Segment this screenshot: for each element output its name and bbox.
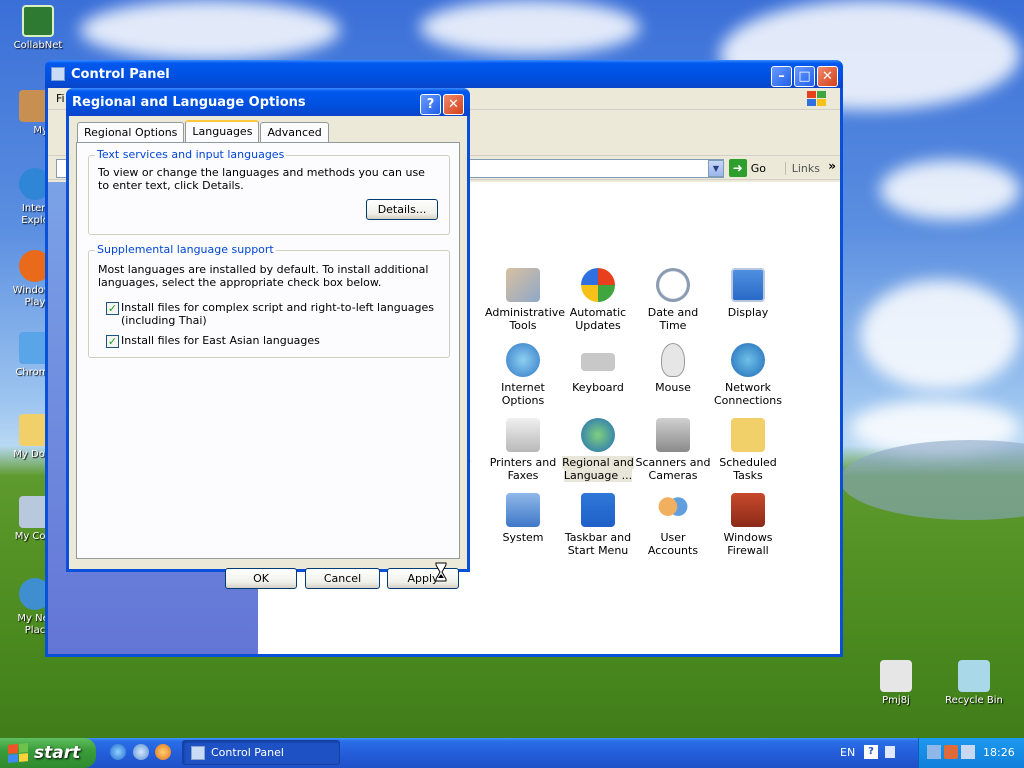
close-button[interactable]: ✕ (817, 66, 838, 87)
cancel-button[interactable]: Cancel (305, 568, 380, 589)
tab-advanced[interactable]: Advanced (260, 122, 329, 142)
group-description: Most languages are installed by default.… (98, 263, 429, 289)
links-label[interactable]: Links (784, 162, 820, 175)
network-tray-icon[interactable] (927, 745, 941, 759)
cp-item-display[interactable]: Display (710, 268, 786, 319)
cp-item-scanners-cameras[interactable]: Scanners and Cameras (635, 418, 711, 482)
minimize-button[interactable]: – (771, 66, 792, 87)
tab-strip: Regional Options Languages Advanced (77, 120, 330, 142)
system-icon (506, 493, 540, 527)
desktop-icon-pmj8j[interactable]: Pmj8j (861, 660, 931, 707)
hourglass-cursor-icon (435, 562, 447, 582)
dialog-title: Regional and Language Options (72, 94, 306, 110)
group-title: Text services and input languages (95, 148, 287, 161)
desktop-quicklaunch-icon[interactable] (133, 744, 149, 760)
complex-script-checkbox[interactable]: ✓ (106, 302, 119, 315)
cp-item-network-connections[interactable]: Network Connections (710, 343, 786, 407)
display-icon (731, 268, 765, 302)
cp-item-automatic-updates[interactable]: Automatic Updates (560, 268, 636, 332)
go-label: Go (750, 161, 766, 175)
cp-item-scheduled-tasks[interactable]: Scheduled Tasks (710, 418, 786, 482)
text-services-group: Text services and input languages To vie… (88, 148, 450, 235)
desktop-icon-label: Pmj8j (882, 695, 910, 706)
cp-item-keyboard[interactable]: Keyboard (560, 343, 636, 394)
help-button[interactable]: ? (420, 94, 441, 115)
windows-flag-icon (806, 90, 828, 108)
taskbar-icon (581, 493, 615, 527)
media-player-quicklaunch-icon[interactable] (155, 744, 171, 760)
desktop-icon-recycle-bin[interactable]: Recycle Bin (939, 660, 1009, 707)
group-title: Supplemental language support (95, 243, 276, 256)
apply-button[interactable]: Apply (387, 568, 459, 589)
cp-item-internet-options[interactable]: Internet Options (485, 343, 561, 407)
go-button[interactable]: ➜ Go (728, 159, 766, 177)
cp-item-administrative-tools[interactable]: Administrative Tools (485, 268, 565, 332)
automatic-updates-icon (581, 268, 615, 302)
system-tray: 18:26 (918, 738, 1024, 768)
administrative-tools-icon (506, 268, 540, 302)
cp-item-taskbar-start-menu[interactable]: Taskbar and Start Menu (560, 493, 636, 557)
control-panel-icon (51, 67, 65, 81)
telephone-icon (880, 660, 912, 692)
east-asian-label: Install files for East Asian languages (121, 334, 320, 347)
keyboard-layout-icon[interactable] (885, 746, 895, 758)
go-arrow-icon: ➜ (728, 159, 747, 177)
control-panel-titlebar[interactable]: Control Panel (45, 60, 843, 88)
control-panel-icon (191, 745, 205, 760)
cp-item-date-time[interactable]: Date and Time (635, 268, 711, 332)
globe-icon (581, 418, 615, 452)
language-indicator[interactable]: EN (840, 746, 855, 759)
cp-item-windows-firewall[interactable]: Windows Firewall (710, 493, 786, 557)
dialog-close-button[interactable]: ✕ (443, 94, 464, 115)
network-connections-icon (731, 343, 765, 377)
ok-button[interactable]: OK (225, 568, 297, 589)
chevron-down-icon[interactable]: ▼ (708, 160, 724, 177)
clock[interactable]: 18:26 (983, 746, 1015, 759)
languages-tab-panel: Text services and input languages To vie… (76, 142, 460, 559)
clock-icon (656, 268, 690, 302)
scanner-icon (656, 418, 690, 452)
maximize-button[interactable]: □ (794, 66, 815, 87)
desktop-icon-label: CollabNet (13, 40, 63, 51)
volume-tray-icon[interactable] (961, 745, 975, 759)
cp-item-user-accounts[interactable]: User Accounts (635, 493, 711, 557)
keyboard-icon (581, 353, 615, 371)
tab-regional-options[interactable]: Regional Options (77, 122, 185, 142)
windows-logo-icon (8, 743, 28, 763)
desktop-icon-collabnet[interactable]: CollabNet (3, 5, 73, 52)
cp-item-system[interactable]: System (485, 493, 561, 544)
control-panel-title: Control Panel (71, 66, 170, 82)
taskbar: start Control Panel EN ? 18:26 (0, 738, 1024, 768)
start-button[interactable]: start (0, 738, 96, 768)
group-description: To view or change the languages and meth… (98, 166, 425, 192)
regional-language-dialog: Regional and Language Options ? ✕ Region… (66, 88, 470, 589)
taskbar-item-label: Control Panel (211, 746, 284, 759)
taskbar-item-control-panel[interactable]: Control Panel (182, 740, 340, 765)
cp-item-mouse[interactable]: Mouse (635, 343, 711, 394)
cp-item-regional-language[interactable]: Regional and Language ... (560, 418, 636, 482)
cp-item-printers-faxes[interactable]: Printers and Faxes (485, 418, 561, 482)
chevron-right-icon[interactable]: » (828, 159, 836, 173)
internet-options-icon (506, 343, 540, 377)
mouse-icon (661, 343, 685, 377)
supplemental-language-group: Supplemental language support Most langu… (88, 243, 450, 358)
help-icon[interactable]: ? (864, 745, 878, 759)
printer-icon (506, 418, 540, 452)
start-label: start (34, 743, 81, 763)
collabnet-icon (22, 5, 54, 37)
desktop-icon-label: Recycle Bin (945, 695, 1003, 706)
dialog-titlebar[interactable]: Regional and Language Options (66, 88, 470, 116)
recycle-bin-icon (958, 660, 990, 692)
menu-file[interactable]: Fi (56, 92, 65, 105)
tab-languages[interactable]: Languages (185, 120, 260, 142)
internet-explorer-quicklaunch-icon[interactable] (110, 744, 126, 760)
complex-script-label: Install files for complex script and rig… (121, 301, 434, 327)
user-accounts-icon (656, 493, 690, 527)
scheduled-tasks-icon (731, 418, 765, 452)
firewall-icon (731, 493, 765, 527)
details-button[interactable]: Details... (366, 199, 438, 220)
east-asian-checkbox[interactable]: ✓ (106, 335, 119, 348)
security-tray-icon[interactable] (944, 745, 958, 759)
